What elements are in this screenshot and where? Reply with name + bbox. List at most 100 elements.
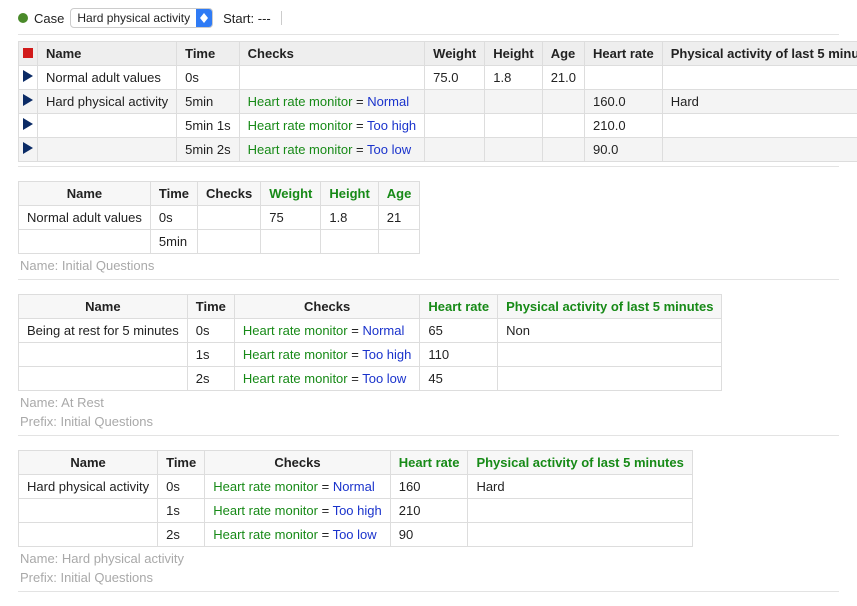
section-row: 1sHeart rate monitor = Too high210	[19, 499, 693, 523]
cell-checks: Heart rate monitor = Normal	[239, 90, 425, 114]
check-value: Too low	[362, 371, 406, 386]
main-table-row: Normal adult values0s75.01.821.0	[19, 66, 857, 90]
section-row: 5min	[19, 230, 420, 254]
check-name: Heart rate monitor	[243, 371, 348, 386]
section-col: Checks	[234, 295, 420, 319]
section-col: Name	[19, 451, 158, 475]
check-eq: =	[348, 347, 363, 362]
cell-time: 0s	[158, 475, 205, 499]
check-value: Too high	[362, 347, 411, 362]
main-table-row: 5min 1sHeart rate monitor = Too high210.…	[19, 114, 857, 138]
cell-age	[542, 138, 584, 162]
cell-name: Hard physical activity	[38, 90, 177, 114]
cell-name	[19, 499, 158, 523]
cell-checks	[198, 206, 261, 230]
cell-value: 45	[420, 367, 498, 391]
section-col: Checks	[198, 182, 261, 206]
cell-name	[19, 230, 151, 254]
section-table: NameTimeChecksHeart ratePhysical activit…	[18, 294, 722, 391]
case-select-button[interactable]	[196, 9, 212, 27]
cell-value	[261, 230, 321, 254]
play-icon	[23, 70, 33, 82]
section-col-green: Physical activity of last 5 minutes	[468, 451, 692, 475]
cell-checks: Heart rate monitor = Too low	[239, 138, 425, 162]
cell-name: Hard physical activity	[19, 475, 158, 499]
cell-time: 5min	[177, 90, 240, 114]
cell-age	[542, 114, 584, 138]
section-col: Name	[19, 182, 151, 206]
main-col-pa: Physical activity of last 5 minutes	[662, 42, 857, 66]
separator	[18, 591, 839, 592]
cell-time: 0s	[177, 66, 240, 90]
check-name: Heart rate monitor	[213, 479, 318, 494]
section-header-row: NameTimeChecksHeart ratePhysical activit…	[19, 451, 693, 475]
check-eq: =	[318, 527, 333, 542]
case-select[interactable]: Hard physical activity	[70, 8, 213, 28]
cell-value	[468, 523, 692, 547]
section-caption: Prefix: Initial Questions	[20, 414, 839, 429]
check-eq: =	[318, 503, 333, 518]
cell-height: 1.8	[485, 66, 542, 90]
cell-time: 2s	[158, 523, 205, 547]
cell-height	[485, 114, 542, 138]
cell-time: 1s	[187, 343, 234, 367]
check-value: Normal	[362, 323, 404, 338]
cell-hr	[585, 66, 663, 90]
stop-icon[interactable]	[23, 48, 33, 58]
play-icon	[23, 94, 33, 106]
section-col: Time	[158, 451, 205, 475]
cell-value: 110	[420, 343, 498, 367]
section-table: NameTimeChecksWeightHeightAgeNormal adul…	[18, 181, 420, 254]
check-eq: =	[348, 371, 363, 386]
section-atrest: NameTimeChecksHeart ratePhysical activit…	[18, 294, 839, 429]
section-row: 2s Heart rate monitor = Too low 45	[19, 367, 722, 391]
cell-name	[19, 343, 188, 367]
main-table: Name Time Checks Weight Height Age Heart…	[18, 41, 857, 162]
play-cell[interactable]	[19, 114, 38, 138]
cell-value: 160	[390, 475, 468, 499]
section-header-row: NameTimeChecksHeart ratePhysical activit…	[19, 295, 722, 319]
main-col-time: Time	[177, 42, 240, 66]
check-eq: =	[348, 323, 363, 338]
start-label: Start: ---	[223, 11, 271, 26]
cell-time: 1s	[158, 499, 205, 523]
play-icon	[23, 118, 33, 130]
play-icon	[23, 142, 33, 154]
section-header-row: NameTimeChecksWeightHeightAge	[19, 182, 420, 206]
cell-value: 1.8	[321, 206, 378, 230]
section-col-green: Height	[321, 182, 378, 206]
separator	[18, 435, 839, 436]
cell-checks: Heart rate monitor = Normal	[234, 319, 420, 343]
cell-value	[378, 230, 420, 254]
cell-checks: Heart rate monitor = Too high	[234, 343, 420, 367]
cell-name: Being at rest for 5 minutes	[19, 319, 188, 343]
play-cell[interactable]	[19, 138, 38, 162]
cell-value: 75	[261, 206, 321, 230]
case-label: Case	[34, 11, 64, 26]
play-cell[interactable]	[19, 66, 38, 90]
check-name: Heart rate monitor	[248, 118, 353, 133]
cell-value: 210	[390, 499, 468, 523]
main-col-weight: Weight	[425, 42, 485, 66]
section-caption: Name: Initial Questions	[20, 258, 839, 273]
check-value: Too high	[367, 118, 416, 133]
cell-time: 2s	[187, 367, 234, 391]
cell-value: 21	[378, 206, 420, 230]
cell-checks: Heart rate monitor = Too high	[239, 114, 425, 138]
section-row: 1sHeart rate monitor = Too high110	[19, 343, 722, 367]
cell-value: Non	[498, 319, 722, 343]
section-col: Checks	[205, 451, 391, 475]
separator	[18, 166, 839, 167]
section-hard: NameTimeChecksHeart ratePhysical activit…	[18, 450, 839, 585]
cell-checks: Heart rate monitor = Too high	[205, 499, 391, 523]
play-cell[interactable]	[19, 90, 38, 114]
check-eq: =	[352, 142, 367, 157]
cell-value: 90	[390, 523, 468, 547]
section-table: NameTimeChecksHeart ratePhysical activit…	[18, 450, 693, 547]
separator	[18, 34, 839, 35]
cell-height	[485, 90, 542, 114]
main-col-name: Name	[38, 42, 177, 66]
cell-value	[468, 499, 692, 523]
main-col-hr: Heart rate	[585, 42, 663, 66]
cell-weight: 75.0	[425, 66, 485, 90]
